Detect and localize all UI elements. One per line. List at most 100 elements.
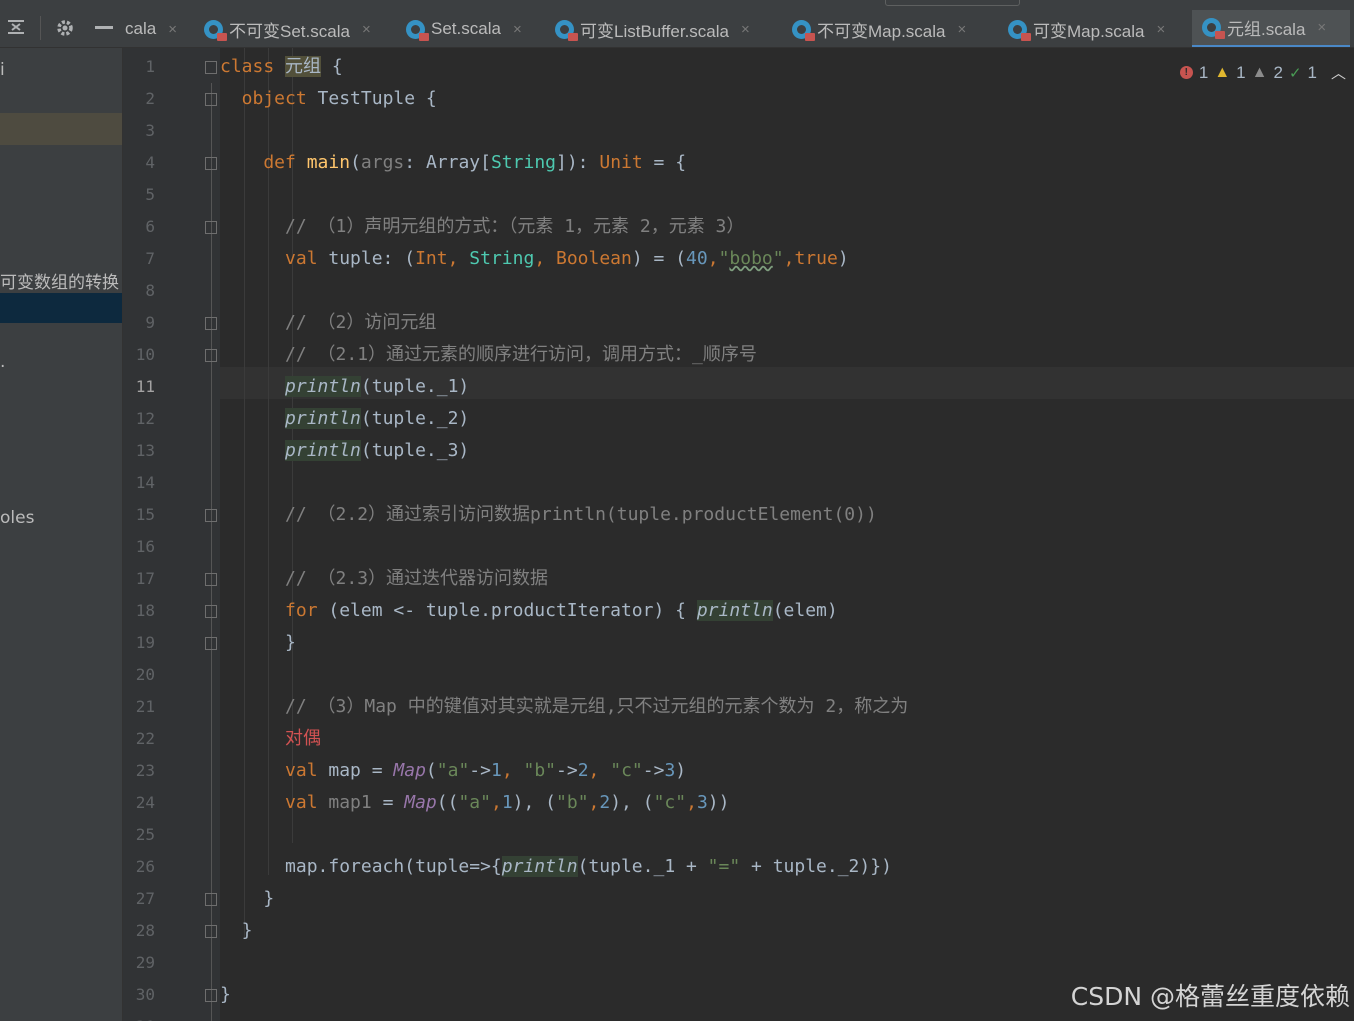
tab-label: 不可变Set.scala xyxy=(229,21,350,41)
code-line[interactable]: } xyxy=(220,915,253,947)
code-token: { xyxy=(321,56,343,77)
code-line[interactable]: } xyxy=(220,883,274,915)
line-number: 5 xyxy=(145,185,155,204)
code-line[interactable]: } xyxy=(220,627,296,659)
code-token: ) xyxy=(675,760,687,781)
code-token: true xyxy=(794,248,838,269)
code-line[interactable]: println(tuple._2) xyxy=(220,403,469,435)
fold-marker-icon[interactable] xyxy=(205,61,217,74)
toolbar-divider xyxy=(40,16,41,40)
code-token: "a" xyxy=(458,792,491,813)
code-line[interactable]: // （2.3）通过迭代器访问数据 xyxy=(220,563,548,595)
line-number: 20 xyxy=(135,665,155,684)
code-line[interactable]: map.foreach(tuple=>{println(tuple._1 + "… xyxy=(220,851,892,883)
tab-4[interactable]: 不可变Map.scala × xyxy=(784,10,974,47)
tab-1[interactable]: 不可变Set.scala × xyxy=(196,10,379,47)
code-token: " xyxy=(718,248,730,269)
weak-warning-icon: ▲ xyxy=(1251,63,1268,81)
fold-marker-icon[interactable] xyxy=(205,925,217,938)
line-number: 3 xyxy=(145,121,155,140)
code-token: " xyxy=(772,248,784,269)
fold-marker-icon[interactable] xyxy=(205,509,217,522)
fold-marker-icon[interactable] xyxy=(205,317,217,330)
fold-marker-icon[interactable] xyxy=(205,93,217,106)
code-token: Boolean xyxy=(556,248,632,269)
project-item-selected[interactable] xyxy=(0,293,122,323)
tab-5[interactable]: 可变Map.scala × xyxy=(1000,10,1173,47)
code-line[interactable]: // （2.1）通过元素的顺序进行访问，调用方式：_顺序号 xyxy=(220,339,757,371)
project-item-3[interactable]: oles xyxy=(0,508,34,528)
tab-6-active[interactable]: 元组.scala × xyxy=(1192,10,1350,47)
fold-marker-icon[interactable] xyxy=(205,157,217,170)
code-token: (elem) xyxy=(772,600,838,621)
project-item-1[interactable]: 可变数组的转换 xyxy=(0,268,119,293)
code-editor[interactable]: class 元组 { object TestTuple { def main(a… xyxy=(220,48,1354,1021)
code-token: val xyxy=(220,760,329,781)
code-line[interactable]: object TestTuple { xyxy=(220,83,437,115)
line-number: 8 xyxy=(145,281,155,300)
code-token: = xyxy=(371,792,405,813)
code-token: main xyxy=(306,152,351,173)
fold-marker-icon[interactable] xyxy=(205,349,217,362)
code-line[interactable]: val tuple: (Int, String, Boolean) = (40,… xyxy=(220,243,849,275)
tab-label: 可变ListBuffer.scala xyxy=(580,21,729,41)
project-item-2[interactable]: . xyxy=(0,352,5,372)
code-line[interactable]: def main(args: Array[String]): Unit = { xyxy=(220,147,686,179)
fold-marker-icon[interactable] xyxy=(205,221,217,234)
close-icon[interactable]: × xyxy=(741,21,750,38)
code-token: (tuple._1 + xyxy=(577,856,708,877)
close-icon[interactable]: × xyxy=(362,21,371,38)
code-line[interactable]: val map1 = Map(("a",1), ("b",2), ("c",3)… xyxy=(220,787,729,819)
code-line[interactable]: // （3）Map 中的键值对其实就是元组,只不过元组的元素个数为 2，称之为 xyxy=(220,691,908,723)
editor-tab-bar: cala × 不可变Set.scala × Set.scala × 可变ListBuf… xyxy=(0,0,1354,48)
code-line[interactable]: } xyxy=(220,979,231,1011)
code-line[interactable]: // （2.2）通过索引访问数据println(tuple.productEle… xyxy=(220,499,877,531)
chevron-up-icon[interactable]: ︿ xyxy=(1331,62,1346,83)
tab-2[interactable]: Set.scala × xyxy=(398,10,530,47)
inspection-widget[interactable]: ! 1 ▲ 1 ▲ 2 ✓ 1 ︿ xyxy=(1179,62,1346,83)
line-number: 12 xyxy=(135,409,155,428)
code-token: // （2.2）通过索引访问数据println(tuple.productEle… xyxy=(220,504,877,525)
code-line[interactable]: 对偶 xyxy=(220,723,321,755)
line-number: 19 xyxy=(135,633,155,652)
code-line[interactable]: class 元组 { xyxy=(220,51,343,83)
tab-0[interactable]: cala × xyxy=(123,10,181,47)
fold-marker-icon[interactable] xyxy=(205,893,217,906)
code-token: } xyxy=(220,632,296,653)
code-line[interactable]: for (elem <- tuple.productIterator) { pr… xyxy=(220,595,838,627)
line-number: 17 xyxy=(135,569,155,588)
code-line[interactable]: println(tuple._1) xyxy=(220,371,469,403)
minus-icon[interactable] xyxy=(94,18,114,40)
collapse-all-icon[interactable] xyxy=(6,18,26,40)
fold-marker-icon[interactable] xyxy=(205,989,217,1002)
code-line[interactable]: // （2）访问元组 xyxy=(220,307,436,339)
code-token: def xyxy=(220,152,307,173)
tab-3[interactable]: 可变ListBuffer.scala × xyxy=(547,10,758,47)
close-icon[interactable]: × xyxy=(513,21,522,38)
search-field-fragment[interactable] xyxy=(885,0,1020,6)
fold-marker-icon[interactable] xyxy=(205,605,217,618)
code-token: Unit xyxy=(599,152,643,173)
code-token: , xyxy=(501,760,524,781)
line-number: 11 xyxy=(135,377,155,396)
code-line[interactable]: val map = Map("a"->1, "b"->2, "c"->3) xyxy=(220,755,686,787)
code-token: map.foreach(tuple=>{ xyxy=(220,856,502,877)
watermark: CSDN @格蕾丝重度依赖 xyxy=(1070,982,1350,1011)
project-item-0[interactable]: i xyxy=(0,60,5,80)
close-icon[interactable]: × xyxy=(168,21,177,38)
gear-icon[interactable] xyxy=(55,18,75,42)
fold-marker-icon[interactable] xyxy=(205,637,217,650)
code-token: "b" xyxy=(556,792,589,813)
line-number: 9 xyxy=(145,313,155,332)
close-icon[interactable]: × xyxy=(957,21,966,38)
fold-marker-icon[interactable] xyxy=(205,573,217,586)
tab-label: 不可变Map.scala xyxy=(817,21,946,41)
close-icon[interactable]: × xyxy=(1317,19,1326,36)
code-line[interactable]: // （1）声明元组的方式：（元素 1，元素 2，元素 3） xyxy=(220,211,744,243)
close-icon[interactable]: × xyxy=(1156,21,1165,38)
code-token: map = xyxy=(328,760,394,781)
code-token: } xyxy=(220,984,231,1005)
line-number: 6 xyxy=(145,217,155,236)
code-line[interactable]: println(tuple._3) xyxy=(220,435,469,467)
tab-label: 可变Map.scala xyxy=(1033,21,1145,41)
